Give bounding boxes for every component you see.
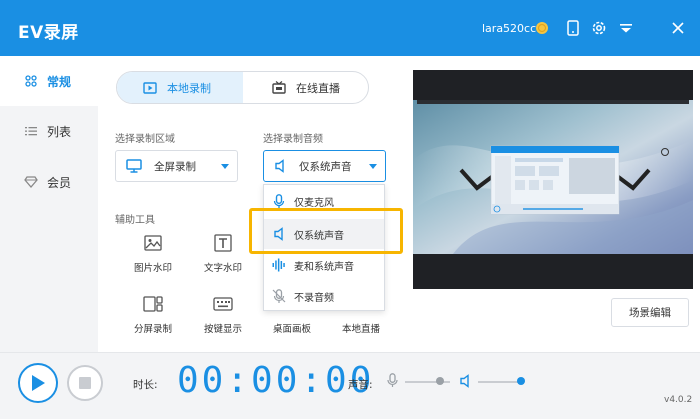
audio-option-none[interactable]: 不录音频	[264, 281, 384, 311]
grid-icon	[24, 74, 38, 88]
timer-display: 00:00:00	[177, 360, 375, 401]
monitor-icon	[126, 159, 142, 173]
audio-option-label: 不录音频	[294, 292, 334, 304]
sidebar-item-general[interactable]: 常规	[0, 56, 98, 106]
username[interactable]: lara520cc	[482, 22, 536, 35]
sound-label: 声音:	[348, 379, 373, 391]
tab-label: 在线直播	[296, 81, 340, 95]
sidebar-item-list[interactable]: 列表	[0, 106, 98, 156]
sidebar-item-label: 列表	[47, 124, 72, 139]
preview-screen	[413, 70, 693, 289]
record-audio-select[interactable]: 仅系统声音	[263, 150, 386, 182]
version-label: v4.0.2	[664, 395, 693, 405]
diamond-icon	[24, 175, 38, 189]
audio-option-system-only[interactable]: 仅系统声音	[264, 219, 384, 249]
record-area-select[interactable]: 全屏录制	[115, 150, 238, 182]
record-area-value: 全屏录制	[154, 160, 196, 173]
scene-edit-button[interactable]: 场景编辑	[611, 298, 689, 327]
stop-button[interactable]	[67, 365, 103, 401]
record-icon	[143, 81, 157, 94]
close-icon[interactable]	[668, 18, 688, 38]
keyboard-icon	[212, 293, 234, 315]
tool-label: 分屏录制	[133, 324, 172, 335]
system-volume-knob[interactable]	[516, 377, 525, 385]
microphone-icon[interactable]	[387, 373, 398, 391]
stop-icon	[79, 377, 91, 389]
image-icon	[142, 232, 164, 254]
tab-local-record[interactable]: 本地录制	[117, 72, 243, 103]
sidebar-item-member[interactable]: 会员	[0, 157, 98, 207]
preview-image	[413, 70, 693, 289]
tool-label: 本地直播	[341, 324, 380, 335]
speaker-icon	[274, 159, 287, 173]
record-audio-label: 选择录制音频	[263, 134, 323, 145]
tool-key-display[interactable]: 按键显示	[187, 293, 259, 343]
tool-text-watermark[interactable]: 文字水印	[187, 232, 259, 282]
phone-icon[interactable]	[563, 18, 583, 38]
coin-icon[interactable]	[532, 18, 552, 38]
audio-option-label: 仅麦克风	[294, 197, 334, 209]
tab-label: 本地录制	[167, 81, 211, 95]
list-icon	[24, 124, 38, 138]
app-title: EV录屏	[18, 23, 79, 43]
audio-option-mic-only[interactable]: 仅麦克风	[264, 186, 384, 216]
tools-label: 辅助工具	[115, 215, 155, 226]
sidebar: 常规 列表 会员	[0, 56, 98, 352]
audio-option-label: 仅系统声音	[294, 230, 344, 242]
gear-icon[interactable]	[589, 18, 609, 38]
menu-icon[interactable]	[616, 18, 636, 38]
record-area-label: 选择录制区域	[115, 134, 175, 145]
tool-split-screen[interactable]: 分屏录制	[117, 293, 189, 343]
audio-menu: 仅麦克风 仅系统声音 麦和系统声音 不录音频	[263, 184, 385, 311]
split-screen-icon	[142, 293, 164, 315]
speaker-icon	[272, 226, 286, 242]
speaker-icon[interactable]	[459, 374, 471, 391]
tool-label: 按键显示	[203, 324, 242, 335]
audio-option-mic-and-system[interactable]: 麦和系统声音	[264, 250, 384, 280]
tv-icon	[272, 81, 286, 94]
chevron-down-icon	[369, 164, 377, 169]
duration-label: 时长:	[133, 379, 158, 391]
tool-image-watermark[interactable]: 图片水印	[117, 232, 189, 282]
title-bar: EV录屏 lara520cc	[0, 0, 700, 56]
soundwave-icon	[272, 257, 286, 273]
sidebar-item-label: 会员	[47, 175, 72, 190]
tab-live-stream[interactable]: 在线直播	[244, 72, 369, 103]
record-audio-value: 仅系统声音	[299, 160, 352, 173]
tool-label: 图片水印	[133, 263, 172, 274]
tool-label: 文字水印	[203, 263, 242, 274]
mute-icon	[272, 288, 286, 304]
tool-label: 桌面画板	[272, 324, 311, 335]
mode-tabs: 本地录制 在线直播	[116, 71, 369, 104]
play-button[interactable]	[18, 363, 58, 403]
audio-option-label: 麦和系统声音	[294, 261, 354, 273]
play-icon	[32, 375, 45, 391]
chevron-down-icon	[221, 164, 229, 169]
sidebar-item-label: 常规	[47, 74, 72, 89]
text-icon	[212, 232, 234, 254]
microphone-icon	[272, 193, 286, 209]
